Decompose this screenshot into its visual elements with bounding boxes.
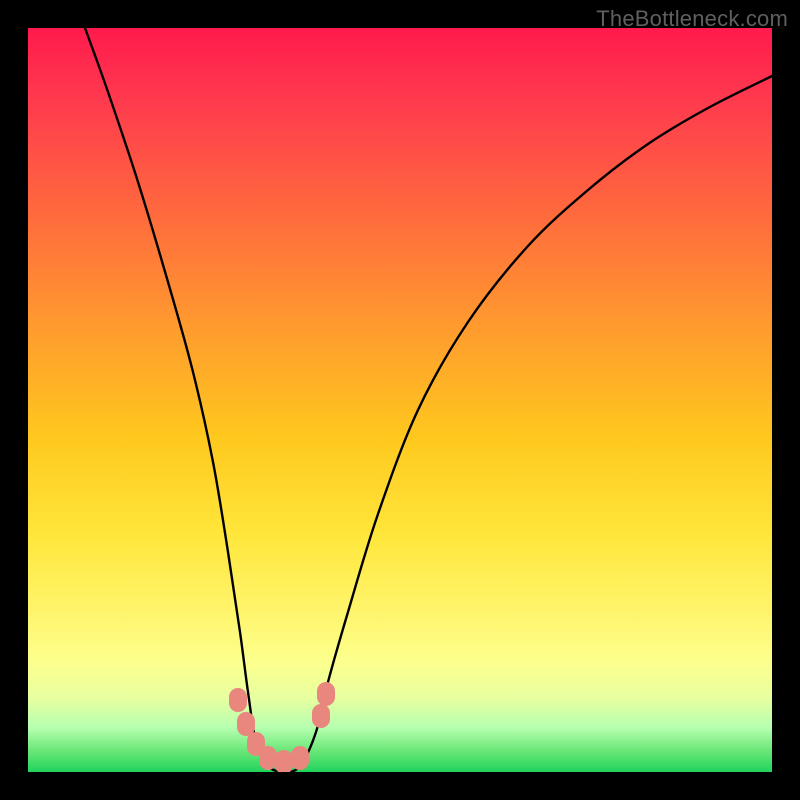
marker-icon — [259, 746, 277, 770]
chart-svg — [28, 28, 772, 772]
curve-markers — [229, 682, 335, 772]
marker-icon — [275, 750, 293, 772]
marker-icon — [229, 688, 247, 712]
marker-icon — [237, 712, 255, 736]
marker-icon — [317, 682, 335, 706]
marker-icon — [291, 746, 309, 770]
bottleneck-curve — [85, 28, 772, 772]
watermark-text: TheBottleneck.com — [596, 6, 788, 32]
chart-plot-area — [28, 28, 772, 772]
chart-frame: TheBottleneck.com — [0, 0, 800, 800]
marker-icon — [312, 704, 330, 728]
